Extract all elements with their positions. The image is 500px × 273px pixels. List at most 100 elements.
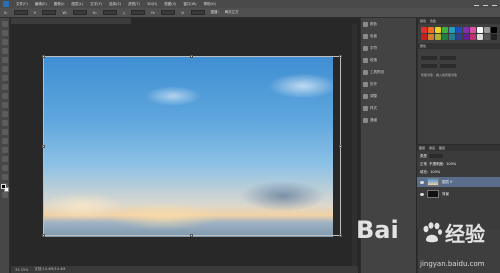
panel-button-styles[interactable]: 样式 [363, 105, 414, 112]
transform-handle-bottom-left[interactable] [42, 234, 45, 237]
menu-filter[interactable]: 滤镜(T) [128, 2, 140, 7]
option-hskew-field[interactable] [161, 10, 176, 15]
document-tab[interactable] [11, 18, 131, 24]
color-swatch[interactable] [484, 34, 490, 40]
panel-button-channels[interactable]: 通道 [363, 117, 414, 124]
color-swatch[interactable] [449, 27, 455, 33]
foreground-color-swatch[interactable] [1, 184, 6, 189]
color-swatch[interactable] [463, 34, 469, 40]
shape-tool-icon[interactable] [2, 174, 8, 180]
tab-color[interactable]: 颜色 [420, 19, 426, 23]
blur-tool-icon[interactable] [2, 129, 8, 135]
menu-file[interactable]: 文件(F) [16, 2, 28, 7]
clone-stamp-tool-icon[interactable] [2, 93, 8, 99]
dodge-tool-icon[interactable] [2, 138, 8, 144]
blend-mode-select[interactable]: 正常 [420, 162, 427, 167]
panel-button-tool-presets[interactable]: 工具预设 [363, 69, 414, 76]
color-swatch[interactable] [428, 27, 434, 33]
panel-button-history[interactable]: 历史 [363, 81, 414, 88]
transform-handle-bottom[interactable] [190, 234, 193, 237]
panel-button-paragraph[interactable]: 段落 [363, 57, 414, 64]
color-swatch[interactable] [428, 34, 434, 40]
zoom-level[interactable]: 33.33% [15, 268, 28, 272]
gradient-tool-icon[interactable] [2, 120, 8, 126]
menu-view[interactable]: 视图(V) [164, 2, 176, 7]
layer-kind-select[interactable] [429, 154, 443, 158]
color-swatch[interactable] [449, 34, 455, 40]
color-swatch[interactable] [470, 27, 476, 33]
prop-h-field[interactable] [440, 56, 456, 60]
tab-properties[interactable]: 属性 [420, 44, 426, 48]
panel-button-character[interactable]: 字符 [363, 45, 414, 52]
color-swatch[interactable] [435, 34, 441, 40]
zoom-tool-icon[interactable] [2, 192, 8, 198]
prop-y-field[interactable] [440, 64, 456, 68]
panel-button-adjustments[interactable]: 调整 [363, 93, 414, 100]
history-brush-tool-icon[interactable] [2, 102, 8, 108]
color-swatch[interactable] [484, 27, 490, 33]
marquee-tool-icon[interactable] [2, 30, 8, 36]
option-x-field[interactable] [13, 10, 28, 15]
move-tool-icon[interactable] [2, 21, 8, 27]
color-swatch[interactable] [456, 34, 462, 40]
transform-handle-right[interactable] [339, 145, 342, 148]
panel-button-color[interactable]: 颜色 [363, 21, 414, 28]
prop-w-field[interactable] [421, 56, 437, 60]
pen-tool-icon[interactable] [2, 147, 8, 153]
menu-3d[interactable]: 3D(D) [147, 2, 157, 6]
healing-tool-icon[interactable] [2, 75, 8, 81]
color-swatch[interactable] [491, 27, 497, 33]
color-swatch[interactable] [421, 27, 427, 33]
panel-button-swatches[interactable]: 色板 [363, 33, 414, 40]
layer-item[interactable]: 图层 0 [417, 177, 500, 187]
color-swatch[interactable] [470, 34, 476, 40]
color-swatch[interactable] [435, 27, 441, 33]
layer-item[interactable]: 背景 [417, 189, 500, 199]
color-swatch[interactable] [442, 34, 448, 40]
option-angle-field[interactable] [131, 10, 146, 15]
color-swatch[interactable] [456, 27, 462, 33]
option-y-field[interactable] [42, 10, 57, 15]
option-h-field[interactable] [102, 10, 117, 15]
eyedropper-tool-icon[interactable] [2, 66, 8, 72]
path-select-tool-icon[interactable] [2, 165, 8, 171]
eraser-tool-icon[interactable] [2, 111, 8, 117]
lasso-tool-icon[interactable] [2, 39, 8, 45]
tab-layers[interactable]: 图层 [419, 146, 425, 150]
transform-handle-top-left[interactable] [42, 55, 45, 58]
visibility-eye-icon[interactable] [420, 180, 424, 184]
menu-type[interactable]: 文字(Y) [90, 2, 102, 7]
menu-edit[interactable]: 编辑(E) [35, 2, 47, 7]
color-swatch[interactable] [477, 27, 483, 33]
color-swatch[interactable] [477, 34, 483, 40]
option-w-field[interactable] [72, 10, 87, 15]
color-swatch[interactable] [421, 34, 427, 40]
color-swatch[interactable] [442, 27, 448, 33]
color-swatch[interactable] [491, 34, 497, 40]
tab-swatches[interactable]: 色板 [430, 19, 436, 23]
tab-paths[interactable]: 路径 [439, 146, 445, 150]
menu-image[interactable]: 图像(I) [54, 2, 65, 7]
brush-tool-icon[interactable] [2, 84, 8, 90]
minimize-icon[interactable] [474, 1, 479, 6]
option-vskew-field[interactable] [190, 10, 205, 15]
transform-handle-top[interactable] [190, 55, 193, 58]
crop-tool-icon[interactable] [2, 57, 8, 63]
prop-x-field[interactable] [421, 64, 437, 68]
transform-handle-left[interactable] [42, 145, 45, 148]
tab-channels[interactable]: 通道 [429, 146, 435, 150]
close-icon[interactable] [492, 1, 497, 6]
maximize-icon[interactable] [483, 1, 488, 6]
menu-select[interactable]: 选择(S) [109, 2, 121, 7]
menu-layer[interactable]: 图层(L) [71, 2, 83, 7]
menu-help[interactable]: 帮助(H) [204, 2, 216, 7]
transform-bounding-box[interactable] [43, 56, 341, 236]
color-swatch[interactable] [463, 27, 469, 33]
option-interp-select[interactable]: 两次立方 [225, 10, 239, 15]
type-tool-icon[interactable] [2, 156, 8, 162]
fill-value[interactable]: 100% [430, 170, 440, 174]
transform-handle-top-right[interactable] [339, 55, 342, 58]
opacity-value[interactable]: 100% [446, 162, 456, 166]
visibility-eye-icon[interactable] [420, 192, 424, 196]
transform-handle-bottom-right[interactable] [339, 234, 342, 237]
